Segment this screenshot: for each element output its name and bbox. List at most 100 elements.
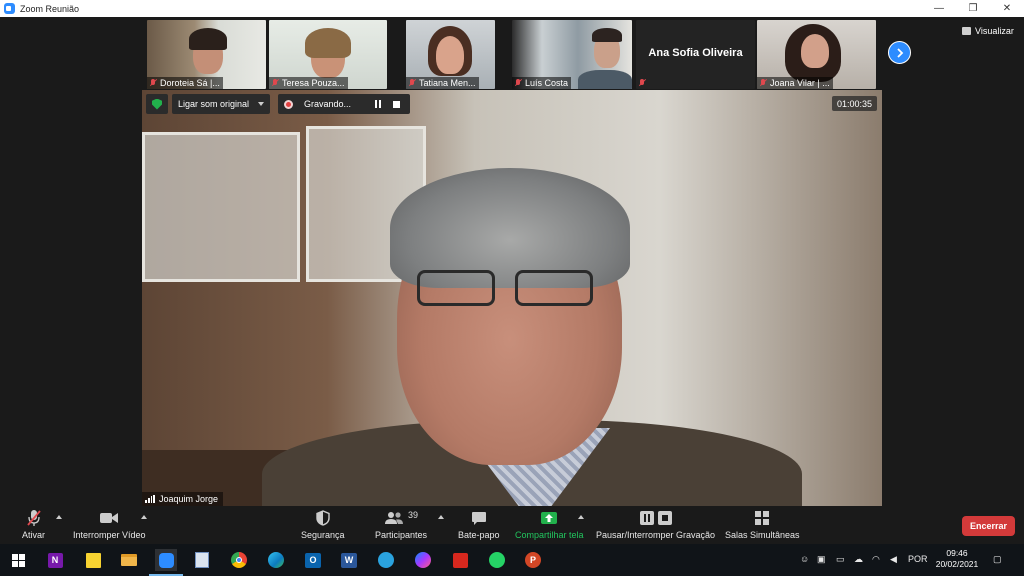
zoom-app-icon: [4, 3, 15, 14]
unmute-button[interactable]: Ativar: [22, 509, 45, 540]
chat-label: Bate-papo: [458, 530, 500, 540]
participant-thumbnail[interactable]: Joana Vilar | ...: [757, 20, 876, 89]
share-screen-button[interactable]: Compartilhar tela: [515, 509, 584, 540]
muted-mic-icon: [515, 79, 522, 87]
onenote-taskbar-icon[interactable]: N: [44, 549, 66, 571]
muted-mic-icon: [409, 79, 416, 87]
participant-face-front: [436, 36, 464, 74]
stop-recording-icon[interactable]: [393, 100, 401, 108]
participant-thumbnail[interactable]: Ana Sofia Oliveira: [636, 20, 755, 89]
share-options-chevron-icon[interactable]: [578, 515, 584, 519]
participants-options-chevron-icon[interactable]: [438, 515, 444, 519]
powerpoint-taskbar-icon[interactable]: P: [522, 549, 544, 571]
sticky-notes-taskbar-icon[interactable]: [82, 549, 104, 571]
signal-bars-icon: [145, 495, 155, 503]
input-language[interactable]: POR: [908, 554, 928, 564]
breakout-rooms-button[interactable]: Salas Simultâneas: [725, 509, 800, 540]
participant-name-placeholder: Ana Sofia Oliveira: [648, 47, 743, 59]
battery-tray-icon[interactable]: ▭: [836, 554, 845, 565]
close-button[interactable]: ✕: [990, 0, 1024, 17]
thumbnail-label: Tatiana Men...: [406, 77, 479, 89]
meet-now-tray-icon[interactable]: ▣: [817, 554, 826, 565]
speaker-name: Joaquim Jorge: [159, 494, 219, 504]
muted-microphone-icon: [26, 509, 42, 527]
participant-name: Tatiana Men...: [419, 78, 476, 88]
chat-button[interactable]: Bate-papo: [458, 509, 500, 540]
title-bar: Zoom Reunião — ❐ ✕: [0, 0, 1024, 17]
zoom-taskbar-icon[interactable]: [149, 549, 183, 576]
security-label: Segurança: [301, 530, 345, 540]
video-camera-icon: [99, 509, 119, 527]
chrome-taskbar-icon[interactable]: [228, 549, 250, 571]
recording-indicator: Gravando...: [278, 94, 410, 114]
share-screen-icon: [540, 509, 558, 527]
clock-date: 20/02/2021: [935, 559, 979, 569]
video-options-chevron-icon[interactable]: [141, 515, 147, 519]
participant-thumbnail[interactable]: Luís Costa: [512, 20, 632, 89]
stop-video-label: Interromper Vídeo: [73, 530, 146, 540]
participant-hair: [189, 28, 227, 50]
pause-stop-recording-button[interactable]: Pausar/Interromper Gravação: [596, 509, 715, 540]
stop-video-button[interactable]: Interromper Vídeo: [73, 509, 146, 540]
telegram-taskbar-icon[interactable]: [375, 549, 397, 571]
word-taskbar-icon[interactable]: W: [338, 549, 360, 571]
audio-options-chevron-icon[interactable]: [56, 515, 62, 519]
maximize-button[interactable]: ❐: [956, 0, 990, 17]
edge-taskbar-icon[interactable]: [265, 549, 287, 571]
participant-thumbnail[interactable]: Doroteia Sá |...: [147, 20, 266, 89]
acrobat-taskbar-icon[interactable]: [449, 549, 471, 571]
whatsapp-taskbar-icon[interactable]: [486, 549, 508, 571]
participant-name: Doroteia Sá |...: [160, 78, 220, 88]
chat-bubble-icon: [471, 509, 487, 527]
participants-button[interactable]: 39 Participantes: [375, 509, 427, 540]
muted-mic-icon: [639, 79, 646, 87]
minimize-button[interactable]: —: [922, 0, 956, 17]
document-app-taskbar-icon[interactable]: [191, 549, 213, 571]
unmute-label: Ativar: [22, 530, 46, 540]
next-page-button[interactable]: [888, 41, 911, 64]
notifications-icon[interactable]: ▢: [993, 554, 1002, 565]
chevron-down-icon[interactable]: [258, 102, 264, 106]
participant-thumbnail[interactable]: Teresa Pouza...: [269, 20, 387, 89]
messenger-taskbar-icon[interactable]: [412, 549, 434, 571]
thumbnail-label: Joana Vilar | ...: [757, 77, 833, 89]
window-controls: — ❐ ✕: [922, 0, 1024, 17]
cloud-tray-icon[interactable]: ☁: [854, 554, 863, 565]
participant-hair: [592, 28, 622, 42]
speaker-label: Joaquim Jorge: [142, 492, 224, 506]
participant-shirt: [578, 70, 632, 89]
shield-icon: [152, 98, 162, 110]
background-cabinet: [142, 132, 300, 282]
participants-icon: 39: [384, 509, 418, 527]
original-sound-button[interactable]: Ligar som original: [172, 94, 270, 114]
breakout-rooms-label: Salas Simultâneas: [725, 530, 800, 540]
view-button[interactable]: Visualizar: [962, 26, 1014, 36]
windows-taskbar: N O W P ☺ ▣ ▭ ☁ ◠ ◀ POR 09:46 20/02/2021…: [0, 544, 1024, 576]
taskbar-clock[interactable]: 09:46 20/02/2021: [930, 548, 984, 570]
file-explorer-taskbar-icon[interactable]: [118, 549, 140, 571]
thumbnail-label: Doroteia Sá |...: [147, 77, 223, 89]
security-button[interactable]: Segurança: [301, 509, 345, 540]
participant-name: Joana Vilar | ...: [770, 78, 830, 88]
view-grid-icon: [962, 27, 971, 35]
thumbnail-label: Teresa Pouza...: [269, 77, 348, 89]
view-button-label: Visualizar: [975, 26, 1014, 36]
security-shield-indicator[interactable]: [146, 94, 168, 114]
participant-thumbnail[interactable]: Tatiana Men...: [406, 20, 495, 89]
people-tray-icon[interactable]: ☺: [800, 554, 809, 564]
volume-tray-icon[interactable]: ◀: [890, 554, 897, 565]
pause-recording-icon[interactable]: [373, 100, 383, 108]
end-meeting-button[interactable]: Encerrar: [962, 516, 1015, 536]
active-speaker-video[interactable]: Ligar som original Gravando... 01:00:35 …: [142, 90, 882, 506]
meeting-timer: 01:00:35: [832, 96, 878, 111]
participants-count: 39: [408, 510, 419, 520]
windows-start-button[interactable]: [7, 549, 29, 571]
clock-time: 09:46: [946, 548, 968, 558]
zoom-window: Zoom Reunião — ❐ ✕ Doroteia Sá |... Tere…: [0, 0, 1024, 576]
participants-label: Participantes: [375, 530, 428, 540]
chevron-right-icon: [896, 47, 903, 58]
participant-face: [801, 34, 829, 68]
speaker-glasses: [417, 270, 597, 310]
wifi-tray-icon[interactable]: ◠: [872, 554, 880, 565]
outlook-taskbar-icon[interactable]: O: [302, 549, 324, 571]
